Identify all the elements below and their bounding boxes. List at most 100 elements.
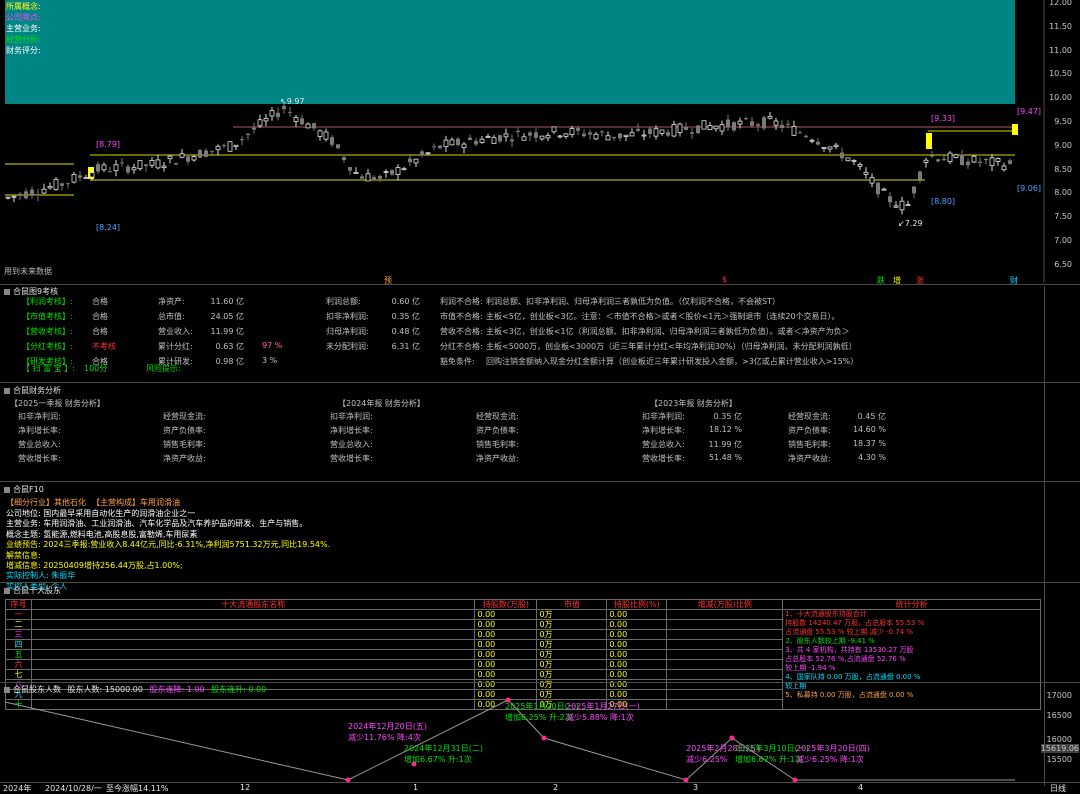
candle-body — [510, 139, 514, 142]
period-button[interactable]: 日线 — [1050, 783, 1066, 794]
candle-body — [629, 132, 635, 137]
f10-industry: 【细分行业】其他石化 — [6, 498, 86, 507]
finance-label: 营业总收入: — [642, 440, 685, 449]
panel-title-f10[interactable]: 合鼠F10 — [4, 484, 44, 495]
people-annotation-change: 减少6.25% — [686, 755, 728, 764]
candle-body — [539, 135, 545, 140]
candle-body — [978, 161, 982, 163]
finance-label: 净资产收益: — [163, 454, 206, 463]
price-tick: 8.00 — [1054, 188, 1072, 198]
candle-body — [498, 135, 502, 142]
candle-body — [833, 144, 839, 147]
row-no: 一 — [5, 609, 32, 620]
candle-body — [588, 132, 592, 135]
people-rise: 股东连升: 0.00 — [211, 685, 267, 694]
col-pct: 持股比例(%) — [606, 599, 668, 610]
holder-change — [666, 609, 784, 620]
panel-title-holders[interactable]: 合鼠十大股东 — [4, 585, 61, 596]
candle-body — [312, 123, 316, 129]
candle-body — [179, 153, 185, 158]
candle-body — [827, 146, 833, 150]
holder-name — [30, 639, 476, 650]
candle-body — [648, 128, 652, 134]
candle-body — [804, 135, 808, 138]
candle-body — [600, 131, 604, 133]
info-line: 财务评分: — [6, 46, 41, 55]
candle-body — [137, 160, 143, 170]
candle-body — [767, 115, 773, 119]
candle-body — [372, 177, 376, 181]
people-annotation-change: 增加6.25% 升:2次 — [505, 713, 573, 722]
candle-body — [798, 132, 802, 134]
candle-body — [413, 158, 419, 164]
col-no: 序号 — [5, 599, 32, 610]
holder-pct: 0.00 — [606, 629, 668, 640]
assess-note: 利润总额、扣非净利润、归母净利润三者孰低为负值。（仅利润不合格，不会被ST） — [486, 297, 780, 306]
row-no: 五 — [5, 649, 32, 660]
candlestick-chart[interactable] — [0, 0, 1080, 283]
finance-label: 净利增长率: — [18, 426, 61, 435]
assess-value: 0.35 亿 — [391, 312, 420, 321]
people-annotation-change: 增加6.67% 升:1次 — [735, 755, 803, 764]
candle-body — [395, 167, 401, 175]
candle-body — [468, 137, 472, 140]
candle-body — [605, 135, 611, 141]
candle-body — [653, 128, 659, 137]
panel-icon — [4, 387, 10, 394]
assess-key: 扣非净利润: — [326, 312, 369, 321]
candle-body — [186, 156, 190, 162]
finance-label: 营业总收入: — [330, 440, 373, 449]
band-label-upper: [8.79] — [96, 140, 121, 149]
candle-body — [989, 157, 995, 167]
kline-panel[interactable]: 所属概念: 公司亮点: 主营业务: 经营分析: 财务评分: 12.00 11.50 11.0… — [0, 0, 1080, 285]
people-tick: 16500 — [1046, 711, 1072, 720]
candle-body — [83, 176, 89, 179]
row-no: 六 — [5, 659, 32, 670]
panel-icon — [4, 686, 10, 693]
assess-label: 【营收考核】: — [22, 327, 73, 336]
assess-key: 净资产: — [158, 297, 185, 306]
high-price-label: ↖9.97 — [280, 97, 305, 106]
finance-value: 14.60 % — [852, 425, 886, 434]
holder-pct: 0.00 — [606, 649, 668, 660]
people-annotation-change: 减少5.88% 降:1次 — [566, 713, 634, 722]
finance-label: 净利增长率: — [642, 426, 685, 435]
people-point[interactable] — [729, 735, 735, 741]
marker-dollar[interactable]: $ — [722, 275, 727, 284]
candle-body — [198, 149, 202, 158]
people-point[interactable] — [541, 735, 547, 741]
candle-body — [816, 141, 820, 145]
candle-body — [432, 146, 436, 148]
band-label-lower: [8.24] — [96, 223, 121, 232]
candle-body — [912, 186, 916, 194]
price-tick: 12.00 — [1049, 0, 1072, 7]
holder-change — [666, 669, 784, 680]
panel-title-finance[interactable]: 合鼠财务分析 — [4, 385, 61, 396]
candle-body — [947, 152, 953, 163]
assess-note: 主板<5亿，创业板<3亿。注意：＜市值不合格＞或者＜股价<1元＞强制退市（连续2… — [486, 312, 840, 321]
candle-body — [263, 118, 269, 122]
info-line: 主营业务: — [6, 24, 41, 33]
candle-body — [503, 133, 509, 138]
price-tick: 9.00 — [1054, 140, 1072, 150]
candle-body — [66, 183, 70, 185]
holder-mv: 0万 — [536, 639, 608, 650]
candle-body — [113, 164, 119, 172]
candle-body — [923, 159, 929, 163]
candle-body — [71, 174, 77, 183]
f10-line: 主营业务: 车用润滑油、工业润滑油、汽车化学品及汽车养护品的研发、生产与销售。 — [6, 519, 308, 529]
panel-icon — [4, 587, 10, 594]
candle-body — [713, 125, 719, 130]
axis-year: 2024年 — [3, 784, 32, 793]
finance-value: 4.30 % — [858, 453, 886, 462]
people-annotation-date: 2025年3月20日(四) — [796, 744, 870, 753]
stats-line: 2、股东人数较上期 -9.41 % — [785, 637, 875, 645]
finance-label: 营收增长率: — [330, 454, 373, 463]
assess-value: 0.63 亿 — [215, 342, 244, 351]
people-count: 股东人数: 15000.00 — [67, 685, 143, 694]
table-row[interactable]: 一 0.00 0万 0.00 1、十大流通股东持股合计 持股数 14240.47 万股，占… — [5, 609, 1041, 710]
candle-body — [773, 120, 779, 126]
candle-body — [863, 171, 869, 175]
price-tick: 7.00 — [1054, 236, 1072, 245]
candle-body — [53, 179, 59, 190]
